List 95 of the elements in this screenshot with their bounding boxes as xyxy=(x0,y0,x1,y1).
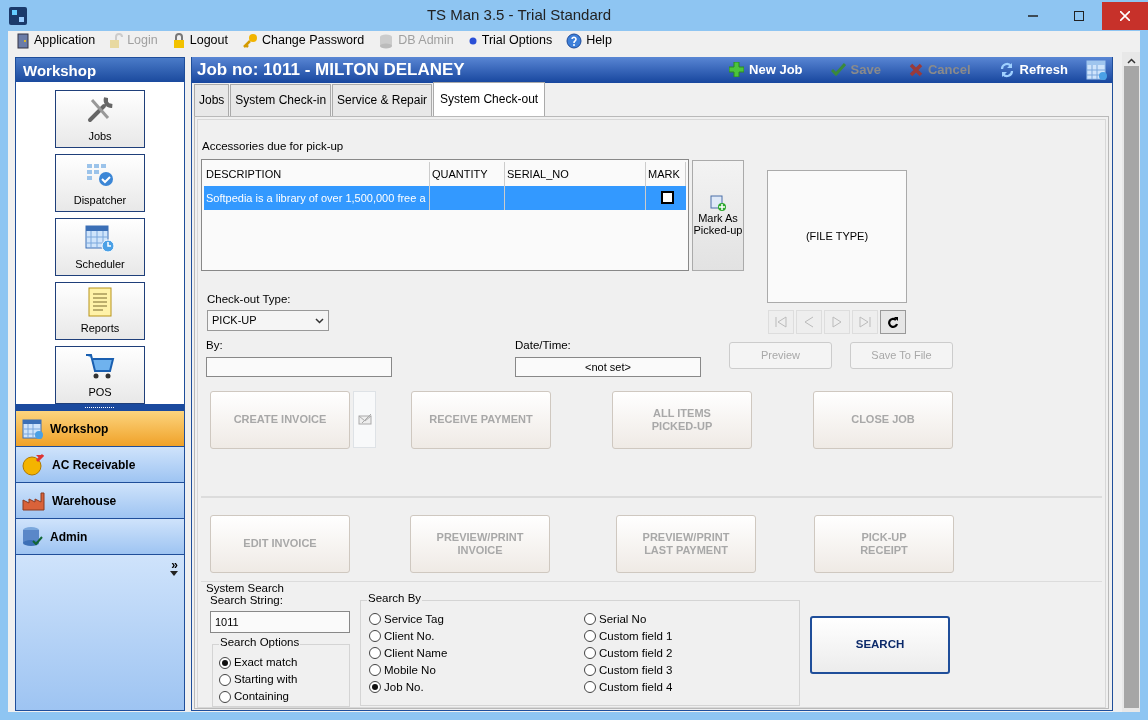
calendar-icon xyxy=(1086,58,1108,81)
padlock-icon xyxy=(109,32,124,49)
last-icon xyxy=(858,314,872,329)
sidebar-tile-button[interactable]: Dispatcher xyxy=(55,154,145,212)
radio-option[interactable]: Mobile No xyxy=(369,661,584,679)
radio-option[interactable]: Custom field 4 xyxy=(584,678,673,696)
module-tab[interactable]: Admin xyxy=(16,519,184,555)
radio-option[interactable]: Custom field 1 xyxy=(584,627,673,645)
toolbar-button[interactable]: New Job xyxy=(729,60,803,80)
first-icon xyxy=(774,314,788,329)
radio-option[interactable]: Client No. xyxy=(369,627,584,645)
radio-option[interactable]: Custom field 3 xyxy=(584,661,673,679)
job-title: Job no: 1011 - MILTON DELANEY xyxy=(197,59,466,81)
coin-icon xyxy=(22,452,46,477)
checkmark-icon xyxy=(830,63,846,77)
tab[interactable]: System Check-out xyxy=(433,81,546,116)
key-icon xyxy=(242,32,258,49)
dot-icon xyxy=(467,35,478,46)
next-record-button[interactable] xyxy=(824,309,850,334)
previous-record-button[interactable] xyxy=(796,309,822,334)
column-header: SERIAL_NO xyxy=(505,161,646,186)
sidebar-title: Workshop xyxy=(16,58,184,82)
x-icon xyxy=(908,62,923,77)
menu-item[interactable]: Help xyxy=(566,31,612,50)
plus-icon xyxy=(729,62,745,78)
radio-option[interactable]: Serial No xyxy=(584,610,673,628)
tab[interactable]: Service & Repair xyxy=(332,83,433,116)
date-time-label: Date/Time: xyxy=(515,337,572,353)
first-record-button[interactable] xyxy=(768,309,794,334)
reload-icon xyxy=(887,315,899,328)
calendar-icon xyxy=(22,417,44,440)
database-check-icon xyxy=(22,525,44,548)
section-title: System Search xyxy=(206,581,285,595)
document-plus-icon xyxy=(709,193,727,212)
column-header: QUANTITY xyxy=(430,161,505,186)
previous-icon xyxy=(802,314,816,329)
radio-option[interactable]: Starting with xyxy=(219,671,298,689)
tab[interactable]: Jobs xyxy=(194,83,230,116)
module-tab[interactable]: Workshop xyxy=(16,411,184,447)
door-icon xyxy=(16,32,30,49)
mark-picked-up-button[interactable]: Mark As Picked-up xyxy=(692,159,744,271)
grip-icon xyxy=(85,406,115,409)
menu-item[interactable]: Change Password xyxy=(242,31,365,50)
splitter-handle[interactable] xyxy=(16,404,184,411)
checkout-type-dropdown[interactable]: PICK-UP xyxy=(207,310,329,331)
module-tab[interactable]: AC Receivable xyxy=(16,447,184,483)
tab[interactable]: System Check-in xyxy=(230,83,332,116)
by-label: By: xyxy=(206,337,224,353)
sidebar-tile-button[interactable]: Reports xyxy=(55,282,145,340)
window-title: TS Man 3.5 - Trial Standard xyxy=(425,5,613,26)
column-header: DESCRIPTION xyxy=(204,161,430,186)
caret-icon xyxy=(315,317,324,324)
email-invoice-button[interactable] xyxy=(353,390,376,448)
file-preview-area: (FILE TYPE) xyxy=(767,169,907,303)
radio-option[interactable]: Job No. xyxy=(369,678,584,696)
minimize-icon xyxy=(1028,14,1038,17)
radio-option[interactable]: Exact match xyxy=(219,654,298,672)
accessories-label: Accessories due for pick-up xyxy=(202,138,345,154)
radio-option[interactable]: Containing xyxy=(219,688,289,706)
refresh-icon xyxy=(998,61,1015,78)
menu-item[interactable]: Trial Options xyxy=(467,31,553,50)
close-icon xyxy=(1120,10,1130,21)
help-icon xyxy=(566,32,583,49)
sidebar-tile-button[interactable]: Jobs xyxy=(55,90,145,148)
checkout-type-label: Check-out Type: xyxy=(207,291,292,307)
search-string-field[interactable]: 1011 xyxy=(210,611,350,634)
module-tab[interactable]: Warehouse xyxy=(16,483,184,519)
maximize-icon xyxy=(1074,10,1084,21)
reload-button[interactable] xyxy=(880,309,906,334)
group-title: Search Options xyxy=(219,637,301,649)
column-header: MARK xyxy=(646,161,686,186)
padlock-icon xyxy=(171,32,186,49)
group-title: Search By xyxy=(367,592,423,605)
menu-item[interactable]: Application xyxy=(16,31,96,50)
sidebar-tile-button[interactable]: Scheduler xyxy=(55,218,145,276)
more-button[interactable]: » xyxy=(171,559,178,571)
by-field[interactable] xyxy=(206,356,392,377)
search-button[interactable]: SEARCH xyxy=(810,615,950,674)
date-time-field[interactable]: <not set> xyxy=(515,356,701,377)
radio-option[interactable]: Client Name xyxy=(369,644,584,662)
checkbox[interactable] xyxy=(660,191,674,205)
search-string-label: Search String: xyxy=(210,594,284,608)
menu-item[interactable]: Logout xyxy=(171,31,228,50)
toolbar-button[interactable]: Refresh xyxy=(998,60,1068,80)
sidebar-tile-button[interactable]: POS xyxy=(55,346,145,404)
calendar-button[interactable] xyxy=(1086,58,1108,81)
radio-option[interactable]: Custom field 2 xyxy=(584,644,673,662)
radio-option[interactable]: Service Tag xyxy=(369,610,584,628)
factory-icon xyxy=(22,489,46,512)
app-logo-icon xyxy=(8,5,28,26)
envelope-pencil-icon xyxy=(357,413,372,426)
dropdown-arrow-icon xyxy=(170,571,178,577)
scrollbar[interactable] xyxy=(1122,52,1140,712)
database-icon xyxy=(378,32,395,49)
next-icon xyxy=(830,314,844,329)
